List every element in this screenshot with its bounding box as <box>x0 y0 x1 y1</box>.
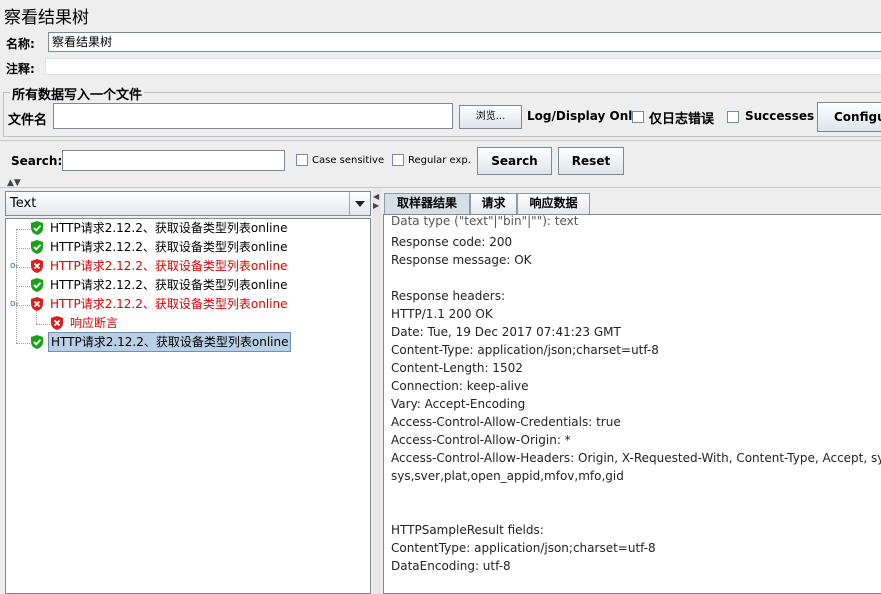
successes-label: Successes <box>745 109 815 123</box>
file-input[interactable] <box>53 103 453 129</box>
tree-guide-line <box>16 229 30 230</box>
tree-node-label: HTTP请求2.12.2、获取设备类型列表online <box>50 240 288 254</box>
result-line: Access-Control-Allow-Credentials: true <box>391 415 621 429</box>
result-line: Data type ("text"|"bin"|""): text <box>391 214 579 228</box>
result-line: Access-Control-Allow-Origin: * <box>391 433 571 447</box>
tree-guide-line <box>36 324 50 325</box>
case-sensitive-label: Case sensitive <box>312 155 385 166</box>
result-line: HTTP/1.1 200 OK <box>391 307 493 321</box>
result-line: Response message: OK <box>391 253 532 267</box>
result-line: Vary: Accept-Encoding <box>391 397 526 411</box>
split-arrows-icon[interactable]: ◀ ▶ <box>373 192 379 210</box>
error-shield-icon <box>31 297 43 311</box>
successes-checkbox[interactable] <box>727 111 739 123</box>
result-line: DataEncoding: utf-8 <box>391 559 511 573</box>
file-label: 文件名 <box>8 113 48 128</box>
tree-guide-line <box>16 286 30 287</box>
result-line: sys,sver,plat,open_appid,mfov,mfo,gid <box>391 469 624 483</box>
case-sensitive-checkbox[interactable] <box>296 154 308 166</box>
chevron-down-icon[interactable] <box>349 192 370 215</box>
tab-response-data[interactable]: 响应数据 <box>517 193 590 214</box>
success-shield-icon <box>31 335 43 349</box>
success-shield-icon <box>31 278 43 292</box>
tree-node-label: HTTP请求2.12.2、获取设备类型列表online <box>50 221 288 235</box>
window-title: 察看结果树 <box>4 8 89 28</box>
name-label: 名称: <box>6 37 35 51</box>
tree-node-label: HTTP请求2.12.2、获取设备类型列表online <box>48 332 292 352</box>
renderer-select[interactable]: Text <box>5 191 371 216</box>
search-input[interactable] <box>62 150 285 171</box>
result-line: Response code: 200 <box>391 235 513 249</box>
sampler-result-text[interactable]: Data type ("text"|"bin"|""): text Respon… <box>383 214 881 594</box>
tab-sampler-result[interactable]: 取样器结果 <box>384 193 470 214</box>
reset-button[interactable]: Reset <box>558 147 624 175</box>
comment-input[interactable] <box>45 58 881 75</box>
browse-button[interactable]: 浏览... <box>459 105 522 129</box>
search-button[interactable]: Search <box>477 147 552 175</box>
configure-button[interactable]: Configure <box>817 102 881 132</box>
divider <box>0 187 881 188</box>
regex-label: Regular exp. <box>408 155 471 166</box>
tree-node-label: 响应断言 <box>70 316 119 330</box>
success-shield-icon <box>31 240 43 254</box>
result-line: Content-Length: 1502 <box>391 361 523 375</box>
error-shield-icon <box>51 316 63 330</box>
search-label: Search: <box>11 154 63 168</box>
errors-only-label: 仅日志错误 <box>649 112 715 127</box>
result-line: HTTPSampleResult fields: <box>391 523 544 537</box>
tab-request[interactable]: 请求 <box>470 193 517 214</box>
tree-node-label: HTTP请求2.12.2、获取设备类型列表online <box>50 278 288 292</box>
name-input[interactable]: 察看结果树 <box>48 32 881 52</box>
tree-guide-line <box>16 248 30 249</box>
result-line: Response headers: <box>391 289 506 303</box>
result-line: Date: Tue, 19 Dec 2017 07:41:23 GMT <box>391 325 621 339</box>
result-line: Content-Type: application/json;charset=u… <box>391 343 659 357</box>
tree-node-label: HTTP请求2.12.2、获取设备类型列表online <box>50 297 288 311</box>
result-line: Access-Control-Allow-Headers: Origin, X-… <box>391 451 881 465</box>
collapse-key-icon[interactable]: o- <box>10 299 19 309</box>
errors-only-checkbox[interactable] <box>632 111 644 123</box>
log-display-label: Log/Display Only: <box>527 109 645 123</box>
results-tree[interactable]: HTTP请求2.12.2、获取设备类型列表online HTTP请求2.12.2… <box>5 218 371 594</box>
divider <box>0 140 881 141</box>
result-line: ContentType: application/json;charset=ut… <box>391 541 656 555</box>
comment-label: 注释: <box>6 62 35 76</box>
file-group-title: 所有数据写入一个文件 <box>10 84 145 103</box>
regex-checkbox[interactable] <box>392 154 404 166</box>
success-shield-icon <box>31 221 43 235</box>
expand-key-icon[interactable]: o- <box>10 261 19 271</box>
tree-guide-line <box>16 343 30 344</box>
panel-splitter[interactable]: ◀ ▶ <box>373 188 381 594</box>
result-line: Connection: keep-alive <box>391 379 529 393</box>
tree-node-label: HTTP请求2.12.2、获取设备类型列表online <box>50 259 288 273</box>
error-shield-icon <box>31 259 43 273</box>
renderer-value: Text <box>10 196 37 211</box>
